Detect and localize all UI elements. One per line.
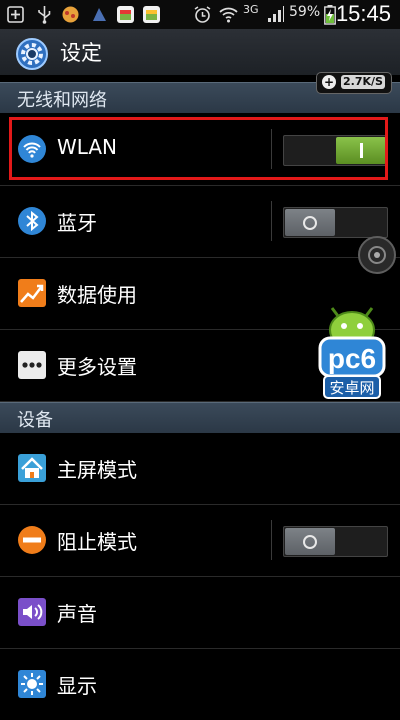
- item-label: 显示: [57, 674, 97, 698]
- home-icon: [17, 453, 47, 483]
- item-label: 主屏模式: [57, 458, 137, 482]
- settings-gear-icon[interactable]: [14, 36, 50, 72]
- data-usage-icon: [17, 278, 47, 308]
- floating-assistive-button[interactable]: [358, 236, 396, 274]
- market-icon-2: [142, 5, 161, 24]
- settings-item-block-mode[interactable]: 阻止模式: [0, 504, 400, 577]
- signal-icon: [266, 5, 285, 24]
- watermark-sub: 安卓网: [329, 379, 374, 397]
- item-label: 蓝牙: [57, 211, 97, 235]
- section-title: 设备: [17, 410, 53, 431]
- add-notification-icon: [6, 5, 25, 24]
- sound-icon: [17, 597, 47, 627]
- network-speed: 2.7K/S: [341, 75, 385, 89]
- app-notification-icon: [90, 5, 109, 24]
- toggle-knob: [285, 209, 335, 236]
- divider: [271, 520, 272, 560]
- item-label: 阻止模式: [57, 530, 137, 554]
- bluetooth-icon: [17, 206, 47, 236]
- item-label: 更多设置: [57, 355, 137, 379]
- clock: 15:45: [335, 1, 391, 26]
- divider: [271, 201, 272, 241]
- more-icon: [17, 350, 47, 380]
- section-title: 无线和网络: [17, 90, 107, 111]
- toggle-knob: [285, 528, 335, 555]
- status-bar: 3G 59% 15:45: [0, 0, 400, 29]
- item-label: 数据使用: [57, 283, 137, 307]
- settings-item-display[interactable]: 显示: [0, 648, 400, 720]
- pc6-watermark-logo: pc6 安卓网: [316, 302, 388, 402]
- display-icon: [17, 669, 47, 699]
- bluetooth-toggle[interactable]: [283, 207, 388, 238]
- network-speed-widget[interactable]: + 2.7K/S: [316, 72, 392, 94]
- watermark-brand: pc6: [328, 343, 376, 374]
- page-title: 设定: [60, 41, 102, 65]
- highlight-box: [9, 117, 388, 180]
- wifi-status-icon: [219, 5, 238, 24]
- settings-item-home-mode[interactable]: 主屏模式: [0, 432, 400, 505]
- block-icon: [17, 525, 47, 555]
- market-icon: [116, 5, 135, 24]
- battery-percent: 59%: [289, 4, 321, 20]
- settings-item-sound[interactable]: 声音: [0, 576, 400, 649]
- plus-icon: +: [322, 75, 336, 89]
- usb-icon: [35, 5, 54, 24]
- network-type: 3G: [243, 3, 259, 16]
- item-label: 声音: [57, 602, 97, 626]
- alarm-icon: [193, 5, 212, 24]
- pizza-app-icon: [61, 5, 80, 24]
- section-header-device: 设备: [0, 402, 400, 433]
- settings-item-bluetooth[interactable]: 蓝牙: [0, 185, 400, 258]
- block-mode-toggle[interactable]: [283, 526, 388, 557]
